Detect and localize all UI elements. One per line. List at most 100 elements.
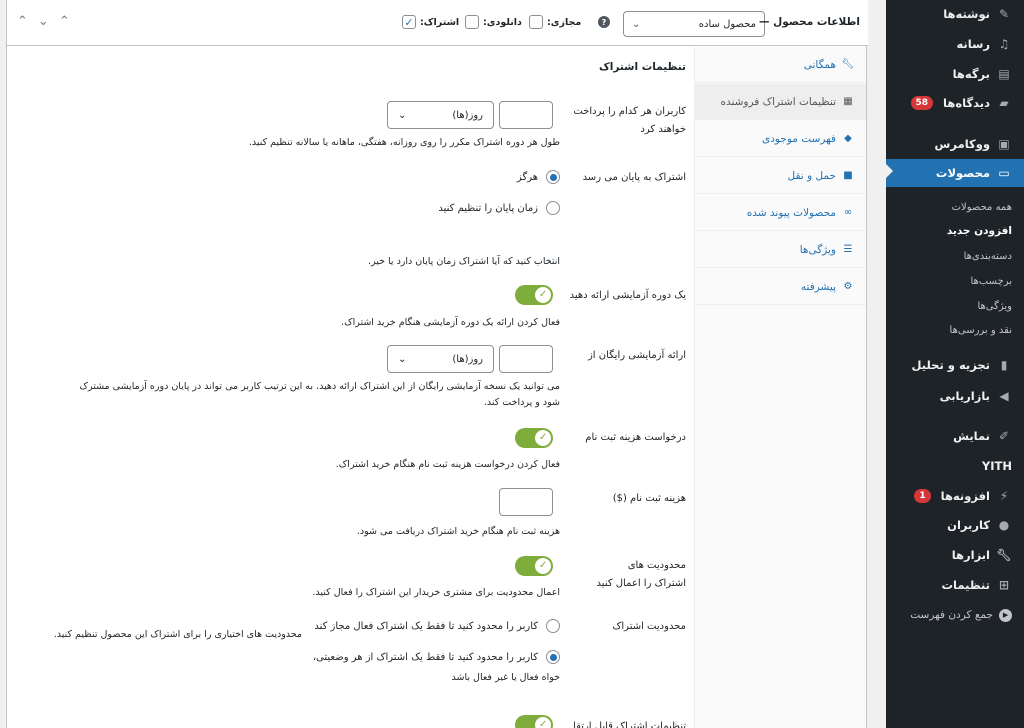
menu-label: ووکامرس	[934, 137, 990, 151]
panel-title: تنظیمات اشتراک	[598, 61, 686, 73]
submenu-label: برچسب‌ها	[970, 275, 1012, 287]
tab-advanced[interactable]: ⚙ پیشرفته	[694, 269, 866, 305]
menu-settings[interactable]: ⊞ تنظیمات	[886, 571, 1024, 599]
signup-toggle[interactable]: ✓	[515, 428, 553, 448]
free-trial-interval-input[interactable]	[499, 345, 553, 373]
limit-any-radio[interactable]	[546, 650, 560, 664]
limit-any-option[interactable]: کاربر را محدود کنید تا فقط یک اشتراک از …	[313, 650, 560, 664]
collapse-label: جمع کردن فهرست	[910, 609, 993, 621]
archive-icon: ▭	[998, 166, 1010, 180]
limit-active-option[interactable]: کاربر را محدود کنید تا فقط یک اشتراک فعا…	[314, 619, 560, 633]
ends-never-radio[interactable]	[546, 170, 560, 184]
submenu-all-products[interactable]: همه محصولات	[886, 196, 1024, 218]
product-type-select[interactable]: محصول ساده ⌄	[623, 11, 765, 37]
menu-label: افزونه‌ها	[940, 489, 990, 503]
menu-appearance[interactable]: ✐ نمایش	[886, 422, 1024, 450]
tab-label: فهرست موجودی	[762, 132, 836, 145]
subscription-checkbox[interactable]: ✓	[402, 15, 416, 29]
menu-plugins[interactable]: ⚡ افزونه‌ها 1	[886, 482, 1024, 510]
menu-products[interactable]: ▭ محصولات	[886, 159, 1024, 187]
collapse-menu-button[interactable]: ▶ جمع کردن فهرست	[886, 602, 1024, 628]
chevron-down-icon: ⌄	[398, 109, 407, 121]
menu-label: YITH	[981, 459, 1012, 473]
tab-inventory[interactable]: ◆ فهرست موجودی	[694, 121, 866, 157]
collapse-icon: ▶	[999, 608, 1012, 622]
submenu-tags[interactable]: برچسب‌ها	[886, 270, 1024, 292]
upgrade-toggle[interactable]: ✓	[515, 715, 553, 728]
billing-period-value: روز(ها)	[452, 109, 483, 121]
tab-label: محصولات پیوند شده	[746, 206, 836, 219]
menu-woocommerce[interactable]: ▣ ووکامرس	[886, 130, 1024, 158]
submenu-categories[interactable]: دسته‌بندی‌ها	[886, 245, 1024, 267]
limit-active-radio[interactable]	[546, 619, 560, 633]
menu-pages[interactable]: ▤ برگه‌ها	[886, 60, 1024, 88]
signup-fee-label: هزینه ثبت نام ($)	[612, 493, 686, 504]
help-icon[interactable]: ?	[598, 16, 610, 28]
menu-marketing[interactable]: ◀ بازاریابی	[886, 382, 1024, 410]
submenu-label: افزودن جدید	[946, 225, 1012, 237]
menu-tools[interactable]: 🔧︎ ابزارها	[886, 541, 1024, 569]
virtual-checkbox-group[interactable]: مجازی:	[529, 15, 581, 29]
limits-label: محدودیت های اشتراک را اعمال کنید	[596, 560, 686, 589]
billing-description: طول هر دوره اشتراک مکرر را روی روزانه، ه…	[248, 137, 560, 148]
downloadable-checkbox[interactable]	[465, 15, 479, 29]
plugin-icon: ⚡	[999, 489, 1009, 503]
subscription-settings-panel: تنظیمات اشتراک کاربران هر کدام را پرداخت…	[7, 47, 696, 728]
submenu-attributes[interactable]: ویژگی‌ها	[886, 295, 1024, 317]
ends-set-label: زمان پایان را تنظیم کنید	[438, 202, 538, 214]
menu-label: نوشته‌ها	[943, 7, 990, 21]
truck-icon: ■	[843, 170, 853, 181]
ends-set-radio[interactable]	[546, 201, 560, 215]
ends-never-label: هرگز	[516, 171, 538, 183]
tag-icon: ◆	[844, 133, 852, 144]
tab-attributes[interactable]: ☰ ویژگی‌ها	[694, 232, 866, 268]
menu-label: دیدگاه‌ها	[943, 96, 990, 110]
move-up-icon[interactable]: ⌃	[17, 14, 28, 29]
menu-users[interactable]: ● کاربران	[886, 511, 1024, 539]
admin-sidebar: ✎ نوشته‌ها ♫ رسانه ▤ برگه‌ها ▰ دیدگاه‌ها…	[885, 0, 1024, 728]
product-data-metabox: ⌃ ⌄ ⌃ اشتراک: ✓ مجازی: دانلودی: ? محصول …	[6, 0, 868, 728]
menu-label: برگه‌ها	[952, 67, 990, 81]
tab-label: ویژگی‌ها	[799, 243, 836, 256]
menu-posts[interactable]: ✎ نوشته‌ها	[886, 0, 1024, 28]
chevron-down-icon: ⌄	[398, 353, 407, 365]
menu-comments[interactable]: ▰ دیدگاه‌ها 58	[886, 89, 1024, 117]
tab-shipping[interactable]: ■ حمل و نقل	[694, 158, 866, 194]
metabox-header: ⌃ ⌄ ⌃ اشتراک: ✓ مجازی: دانلودی: ? محصول …	[7, 0, 868, 46]
subscription-label: اشتراک:	[420, 16, 460, 28]
upgrade-label: تنظیمات اشتراک قابل ارتقا	[573, 721, 686, 728]
limit-type-label: محدودیت اشتراک	[612, 621, 686, 632]
subscription-checkbox-group[interactable]: اشتراک: ✓	[402, 15, 459, 29]
trial-toggle[interactable]: ✓	[515, 285, 553, 305]
menu-media[interactable]: ♫ رسانه	[886, 30, 1024, 58]
ends-never-option[interactable]: هرگز	[517, 170, 560, 184]
collapse-arrow-icon[interactable]: ⌃	[59, 14, 70, 29]
submenu-label: ویژگی‌ها	[977, 300, 1012, 312]
submenu-add-new[interactable]: افزودن جدید	[886, 220, 1024, 242]
tab-vendor-subscription-settings[interactable]: ▦ تنظیمات اشتراک فروشنده	[694, 84, 866, 120]
menu-label: تنظیمات	[941, 578, 991, 592]
menu-yith[interactable]: YITH	[886, 452, 1024, 480]
menu-analytics[interactable]: ▮ تجزیه و تحلیل	[886, 351, 1024, 379]
tab-label: پیشرفته	[800, 280, 836, 293]
tab-general[interactable]: 🔧︎ همگانی	[694, 47, 866, 83]
signup-fee-input[interactable]	[499, 488, 553, 516]
ends-set-option[interactable]: زمان پایان را تنظیم کنید	[438, 201, 560, 215]
billing-interval-input[interactable]	[499, 101, 553, 129]
free-trial-label: ارائه آزمایشی رایگان از	[587, 350, 686, 361]
downloadable-checkbox-group[interactable]: دانلودی:	[465, 15, 522, 29]
tab-linked-products[interactable]: ∞ محصولات پیوند شده	[694, 195, 866, 231]
signup-label: درخواست هزینه ثبت نام	[585, 432, 686, 443]
free-trial-description: می توانید یک نسخه آزمایشی رایگان از این …	[79, 381, 560, 408]
free-trial-period-select[interactable]: روز(ها) ⌄	[387, 345, 494, 373]
free-trial-period-value: روز(ها)	[452, 353, 483, 365]
settings-panel-icon: ▦	[843, 96, 853, 107]
ends-label: اشتراک به پایان می رسد	[582, 172, 686, 183]
signup-fee-description: هزینه ثبت نام هنگام خرید اشتراک دریافت م…	[356, 526, 560, 537]
limits-toggle[interactable]: ✓	[515, 556, 553, 576]
billing-period-select[interactable]: روز(ها) ⌄	[387, 101, 494, 129]
move-down-icon[interactable]: ⌄	[38, 14, 49, 29]
virtual-checkbox[interactable]	[529, 15, 543, 29]
submenu-reviews[interactable]: نقد و بررسی‌ها	[886, 319, 1024, 341]
chart-icon: ▮	[1000, 358, 1008, 372]
